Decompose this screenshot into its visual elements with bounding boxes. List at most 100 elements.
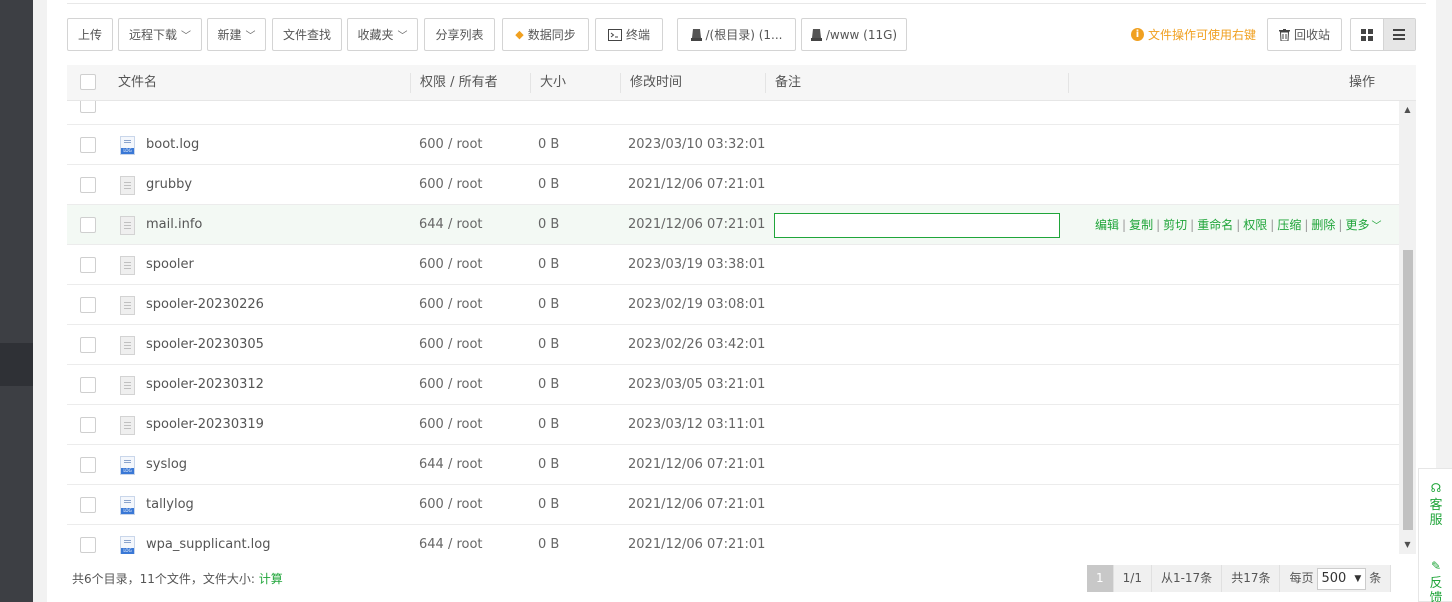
row-checkbox[interactable]	[80, 417, 96, 433]
file-name[interactable]: grubby	[146, 165, 192, 205]
row-checkbox[interactable]	[80, 537, 96, 553]
file-permission[interactable]: 644 / root	[419, 525, 483, 554]
info-icon: i	[1131, 28, 1144, 41]
sidebar-active-item[interactable]	[0, 343, 33, 386]
file-modified-time: 2023/03/10 03:32:01	[628, 137, 766, 152]
row-operations: 编辑 | 复制 | 剪切 | 重命名 | 权限 | 压缩 | 删除 | 更多 ﹀	[1095, 205, 1381, 245]
table-row[interactable]: spooler-20230305 600 / root 0 B 2023/02/26 …	[67, 325, 1400, 365]
remark-input[interactable]	[774, 213, 1060, 238]
table-row[interactable]: spooler-20230319 600 / root 0 B 2023/03/12 …	[67, 405, 1400, 445]
row-checkbox[interactable]	[80, 257, 96, 273]
row-checkbox[interactable]	[80, 297, 96, 313]
table-row[interactable]: spooler-20230312 600 / root 0 B 2023/03/05 …	[67, 365, 1400, 405]
pagination: 1 1/1 从1-17条 共17条 每页 500 ▼ 条	[1087, 565, 1392, 592]
file-name[interactable]: tallylog	[146, 485, 194, 525]
file-permission[interactable]: 600 / root	[419, 285, 483, 325]
file-name[interactable]: spooler-20230305	[146, 325, 264, 365]
file-icon	[120, 416, 135, 435]
disk-www-button[interactable]: /www (11G)	[801, 18, 907, 51]
edit-link[interactable]: 编辑	[1095, 218, 1119, 232]
terminal-label: 终端	[625, 28, 650, 42]
support-tab[interactable]: ☊ 客服	[1419, 481, 1452, 528]
file-name[interactable]: boot.log	[146, 125, 199, 165]
table-row[interactable]: syslog 644 / root 0 B 2021/12/06 07:21:01	[67, 445, 1400, 485]
new-button[interactable]: 新建 ﹀	[207, 18, 266, 51]
row-checkbox[interactable]	[80, 457, 96, 473]
grid-view-button[interactable]	[1351, 19, 1383, 50]
table-row[interactable]: boot.log 600 / root 0 B 2023/03/10 03:32:01	[67, 125, 1400, 165]
row-checkbox[interactable]	[80, 337, 96, 353]
terminal-button[interactable]: 终端	[595, 18, 663, 51]
file-name[interactable]: spooler-20230319	[146, 405, 264, 445]
table-row[interactable]: tuned 755 / root 计算 2019/03/14 18:32:32	[67, 101, 1400, 125]
file-permission[interactable]: 600 / root	[419, 485, 483, 525]
list-view-button[interactable]	[1382, 19, 1415, 50]
file-name[interactable]: tuned	[146, 101, 184, 124]
context-menu-tip: i 文件操作可使用右键	[1131, 26, 1256, 43]
calculate-size-link[interactable]: 计算	[259, 572, 283, 586]
table-row[interactable]: grubby 600 / root 0 B 2021/12/06 07:21:01	[67, 165, 1400, 205]
file-modified-time: 2021/12/06 07:21:01	[628, 217, 766, 232]
row-checkbox[interactable]	[80, 497, 96, 513]
row-checkbox[interactable]	[80, 101, 96, 113]
copy-link[interactable]: 复制	[1129, 218, 1153, 232]
file-name[interactable]: spooler-20230312	[146, 365, 264, 405]
file-name[interactable]: wpa_supplicant.log	[146, 525, 271, 554]
more-link[interactable]: 更多	[1345, 218, 1369, 232]
file-permission[interactable]: 600 / root	[419, 125, 483, 165]
row-checkbox[interactable]	[80, 377, 96, 393]
file-size: 0 B	[538, 217, 560, 232]
file-permission[interactable]: 644 / root	[419, 205, 483, 245]
column-modified-time[interactable]: 修改时间	[630, 65, 682, 101]
data-sync-button[interactable]: ◆ 数据同步	[502, 18, 589, 51]
feedback-tab[interactable]: ✎ 反馈	[1419, 559, 1452, 602]
table-row[interactable]: wpa_supplicant.log 644 / root 0 B 2021/12/0…	[67, 525, 1400, 554]
remote-download-button[interactable]: 远程下载 ﹀	[118, 18, 202, 51]
column-divider	[620, 73, 621, 93]
table-scrollbar[interactable]: ▲ ▼	[1399, 101, 1416, 554]
per-page-control: 每页 500 ▼ 条	[1280, 565, 1392, 592]
file-permission[interactable]: 644 / root	[419, 445, 483, 485]
table-row[interactable]: tallylog 600 / root 0 B 2021/12/06 07:21:01	[67, 485, 1400, 525]
scrollbar-thumb[interactable]	[1403, 250, 1413, 530]
chevron-down-icon: ﹀	[1371, 221, 1382, 232]
file-permission[interactable]: 600 / root	[419, 245, 483, 285]
row-checkbox[interactable]	[80, 137, 96, 153]
file-permission[interactable]: 600 / root	[419, 325, 483, 365]
favorites-button[interactable]: 收藏夹 ﹀	[347, 18, 418, 51]
rename-link[interactable]: 重命名	[1197, 218, 1233, 232]
scroll-up-arrow-icon[interactable]: ▲	[1399, 103, 1416, 117]
permission-link[interactable]: 权限	[1243, 218, 1267, 232]
share-list-button[interactable]: 分享列表	[424, 18, 495, 51]
column-permission[interactable]: 权限 / 所有者	[420, 65, 498, 101]
chevron-down-icon: ﹀	[181, 31, 191, 42]
file-name[interactable]: spooler-20230226	[146, 285, 264, 325]
page-current[interactable]: 1	[1087, 565, 1114, 592]
upload-button[interactable]: 上传	[67, 18, 113, 51]
select-all-checkbox[interactable]	[80, 74, 96, 90]
cut-link[interactable]: 剪切	[1163, 218, 1187, 232]
column-filename[interactable]: 文件名	[118, 65, 157, 101]
file-permission[interactable]: 600 / root	[419, 365, 483, 405]
disk-root-button[interactable]: /(根目录) (1...	[677, 18, 796, 51]
column-size[interactable]: 大小	[540, 65, 566, 101]
table-row[interactable]: mail.info 644 / root 0 B 2021/12/06 07:21:0…	[67, 205, 1400, 245]
file-permission[interactable]: 755 / root	[419, 101, 483, 124]
file-name[interactable]: syslog	[146, 445, 187, 485]
file-name[interactable]: spooler	[146, 245, 194, 285]
file-search-button[interactable]: 文件查找	[272, 18, 342, 51]
recycle-bin-button[interactable]: 回收站	[1267, 18, 1342, 51]
row-checkbox[interactable]	[80, 217, 96, 233]
delete-link[interactable]: 删除	[1311, 218, 1335, 232]
compress-link[interactable]: 压缩	[1277, 218, 1301, 232]
file-name[interactable]: mail.info	[146, 205, 202, 245]
table-row[interactable]: spooler-20230226 600 / root 0 B 2023/02/19 …	[67, 285, 1400, 325]
scroll-down-arrow-icon[interactable]: ▼	[1399, 538, 1416, 552]
file-size: 0 B	[538, 497, 560, 512]
table-row[interactable]: spooler 600 / root 0 B 2023/03/19 03:38:01	[67, 245, 1400, 285]
row-checkbox[interactable]	[80, 177, 96, 193]
per-page-select[interactable]: 500 ▼	[1316, 567, 1367, 590]
file-permission[interactable]: 600 / root	[419, 405, 483, 445]
file-permission[interactable]: 600 / root	[419, 165, 483, 205]
file-size[interactable]: 计算	[538, 101, 564, 124]
